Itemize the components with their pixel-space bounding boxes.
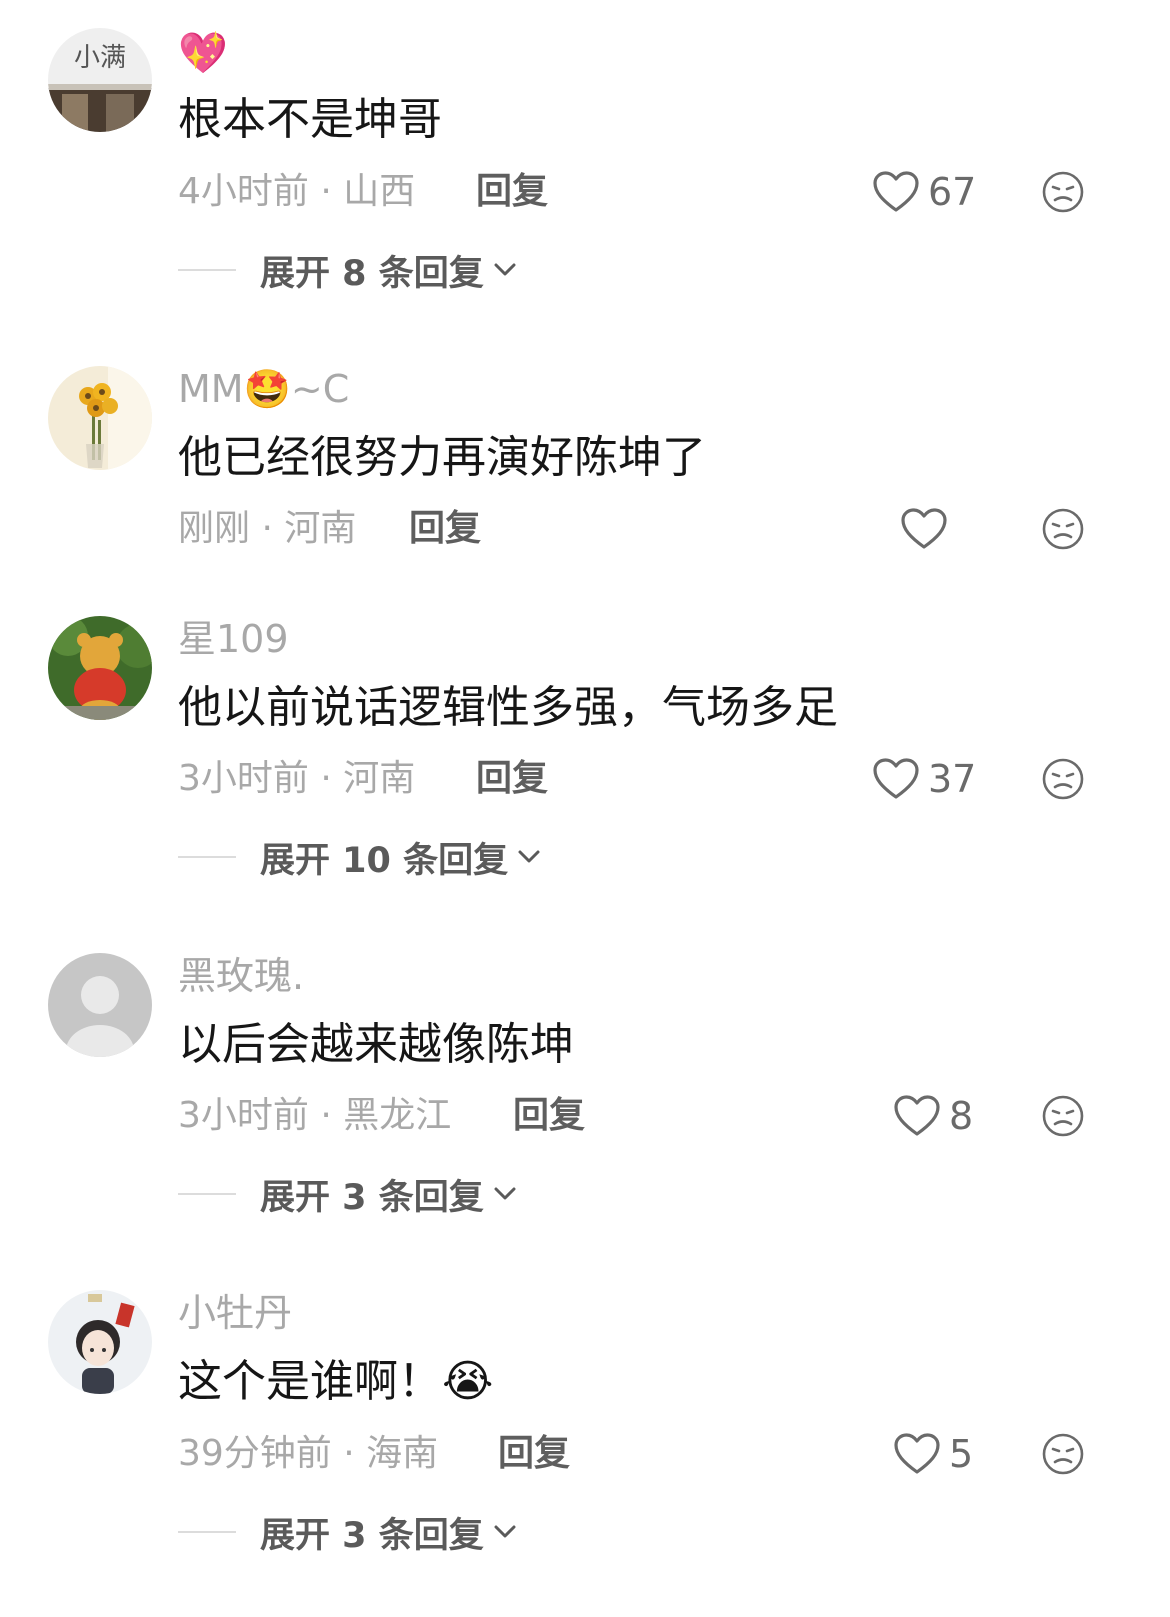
divider-line [178, 1193, 236, 1195]
reply-button[interactable]: 回复 [498, 1429, 570, 1479]
like-button[interactable]: 8 [893, 1091, 973, 1141]
like-count: 67 [928, 170, 977, 214]
like-button[interactable]: 37 [872, 754, 976, 804]
expand-replies-label: 展开 3 条回复 [260, 1515, 484, 1556]
heart-outline-icon [872, 757, 920, 801]
reply-button[interactable]: 回复 [513, 1091, 585, 1141]
like-button[interactable]: 67 [872, 167, 976, 217]
expand-replies-label: 展开 8 条回复 [260, 253, 484, 294]
username[interactable]: MM🤩~C [178, 364, 349, 414]
username[interactable]: 黑玫瑰. [178, 951, 304, 1001]
heart-outline-icon [872, 170, 920, 214]
like-count: 5 [949, 1432, 974, 1476]
reply-button[interactable]: 回复 [476, 167, 548, 217]
username[interactable]: 💖 [178, 26, 228, 77]
divider-line [178, 856, 236, 858]
comment-meta: 刚刚 · 河南 [178, 508, 357, 549]
expand-replies-label: 展开 3 条回复 [260, 1177, 484, 1218]
heart-outline-icon [893, 1432, 941, 1476]
comment-text: 这个是谁啊！😭 [178, 1356, 494, 1407]
comment-text: 他以前说话逻辑性多强，气场多足 [178, 682, 838, 733]
heart-outline-icon [893, 1094, 941, 1138]
svg-text:小满: 小满 [74, 43, 126, 73]
expand-replies-button[interactable]: 展开 3 条回复 [178, 1507, 518, 1557]
frown-face-icon [1042, 758, 1084, 800]
frown-face-icon [1042, 1095, 1084, 1137]
avatar[interactable] [48, 953, 152, 1057]
dislike-button[interactable] [1040, 756, 1086, 802]
comment-meta: 3小时前 · 河南 [178, 758, 416, 799]
avatar[interactable] [48, 616, 152, 720]
comment-meta: 4小时前 · 山西 [178, 171, 416, 212]
comment-meta: 39分钟前 · 海南 [178, 1433, 439, 1474]
dislike-button[interactable] [1040, 1431, 1086, 1477]
avatar[interactable] [48, 366, 152, 470]
dislike-button[interactable] [1040, 169, 1086, 215]
frown-face-icon [1042, 171, 1084, 213]
expand-replies-button[interactable]: 展开 8 条回复 [178, 245, 518, 295]
divider-line [178, 1531, 236, 1533]
like-count: 8 [949, 1094, 974, 1138]
comment-meta: 3小时前 · 黑龙江 [178, 1095, 452, 1136]
like-button[interactable]: 5 [893, 1429, 973, 1479]
divider-line [178, 269, 236, 271]
reply-button[interactable]: 回复 [409, 504, 481, 554]
chevron-down-icon [518, 850, 540, 863]
username[interactable]: 小牡丹 [178, 1288, 292, 1338]
comment-text: 根本不是坤哥 [178, 94, 442, 145]
avatar[interactable]: 小满 [48, 28, 152, 132]
comment-text: 他已经很努力再演好陈坤了 [178, 432, 706, 483]
expand-replies-button[interactable]: 展开 10 条回复 [178, 832, 542, 882]
reply-button[interactable]: 回复 [476, 754, 548, 804]
like-button[interactable] [900, 504, 956, 554]
comment-text: 以后会越来越像陈坤 [178, 1019, 574, 1070]
like-count: 37 [928, 757, 977, 801]
chevron-down-icon [494, 1187, 516, 1200]
frown-face-icon [1042, 1433, 1084, 1475]
dislike-button[interactable] [1040, 1093, 1086, 1139]
avatar[interactable] [48, 1290, 152, 1394]
frown-face-icon [1042, 508, 1084, 550]
chevron-down-icon [494, 1525, 516, 1538]
sparkling-heart-emoji: 💖 [178, 30, 228, 77]
username[interactable]: 星109 [178, 614, 289, 664]
dislike-button[interactable] [1040, 506, 1086, 552]
chevron-down-icon [494, 263, 516, 276]
heart-outline-icon [900, 507, 948, 551]
expand-replies-label: 展开 10 条回复 [260, 840, 509, 881]
expand-replies-button[interactable]: 展开 3 条回复 [178, 1169, 518, 1219]
